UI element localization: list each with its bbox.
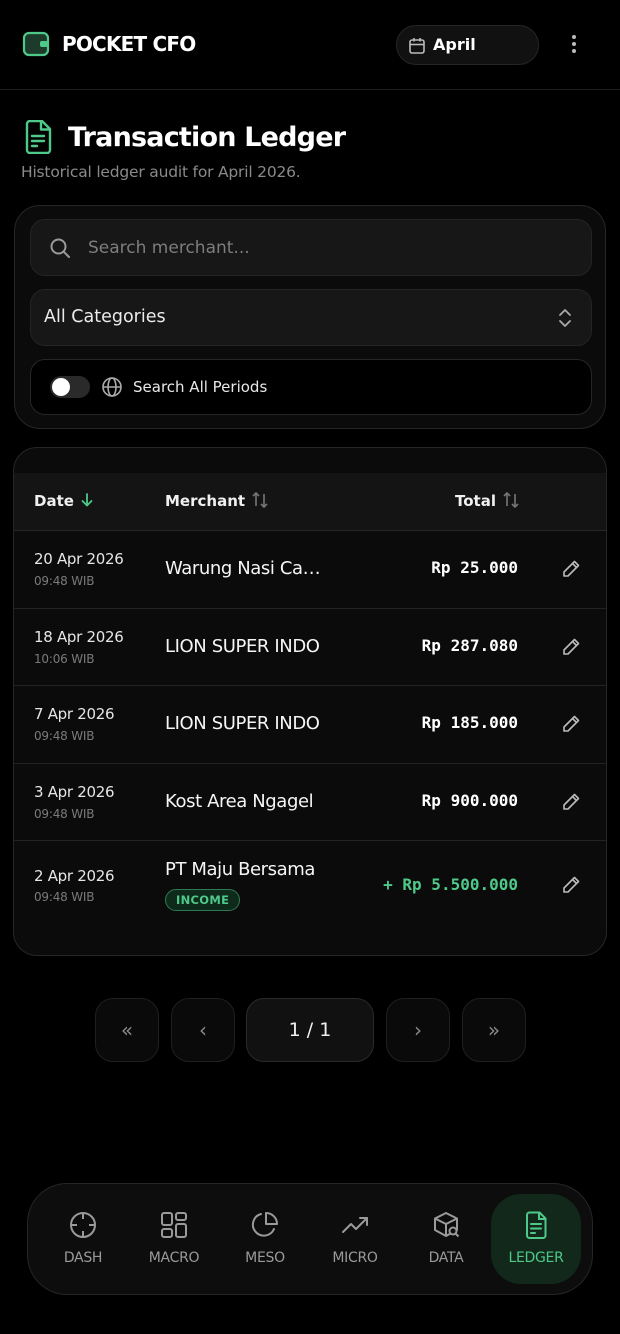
row-total: Rp 900.000 <box>421 791 518 810</box>
row-total: + Rp 5.500.000 <box>383 875 518 894</box>
search-all-periods-toggle[interactable] <box>50 376 90 398</box>
nav-dash-label: DASH <box>63 1250 103 1266</box>
row-time: 09:48 WIB <box>34 890 95 904</box>
edit-pencil-icon[interactable] <box>560 791 582 813</box>
page-indicator: 1 / 1 <box>246 998 374 1062</box>
nav-meso-label: MESO <box>245 1250 285 1266</box>
page-title: Transaction Ledger <box>68 122 346 153</box>
search-all-periods-row: Search All Periods <box>30 359 592 415</box>
column-total-label: Total <box>455 492 496 510</box>
last-page-button[interactable]: » <box>462 998 526 1062</box>
search-icon <box>50 238 70 258</box>
row-date: 3 Apr 2026 <box>34 783 115 801</box>
next-page-button[interactable]: › <box>386 998 450 1062</box>
income-badge: INCOME <box>165 889 241 911</box>
category-select[interactable]: All Categories <box>30 289 592 346</box>
row-date: 20 Apr 2026 <box>34 550 124 568</box>
row-merchant: LION SUPER INDO <box>165 713 320 734</box>
arrow-down-icon <box>81 493 93 507</box>
search-box <box>30 219 592 276</box>
nav-meso[interactable]: MESO <box>220 1194 310 1284</box>
table-row[interactable]: 18 Apr 2026 10:06 WIB LION SUPER INDO Rp… <box>14 609 606 686</box>
row-merchant: LION SUPER INDO <box>165 636 320 657</box>
column-date[interactable]: Date <box>34 473 94 529</box>
row-merchant: Kost Area Ngagel <box>165 791 314 812</box>
row-date: 2 Apr 2026 <box>34 867 115 885</box>
table-row[interactable]: 3 Apr 2026 09:48 WIB Kost Area Ngagel Rp… <box>14 764 606 841</box>
nav-macro[interactable]: MACRO <box>129 1194 219 1284</box>
row-merchant: Warung Nasi Campur Bu Tini <box>165 558 330 579</box>
nav-data[interactable]: DATA <box>401 1194 491 1284</box>
row-date: 7 Apr 2026 <box>34 705 115 723</box>
category-select-value: All Categories <box>44 307 166 327</box>
calendar-icon <box>409 38 425 54</box>
search-all-periods-label: Search All Periods <box>133 378 268 396</box>
crosshair-icon <box>70 1212 96 1238</box>
table-row[interactable]: 20 Apr 2026 09:48 WIB Warung Nasi Campur… <box>14 531 606 609</box>
search-input[interactable] <box>88 220 578 275</box>
column-merchant-label: Merchant <box>165 492 246 510</box>
file-text-icon <box>526 1211 547 1239</box>
row-time: 10:06 WIB <box>34 652 95 666</box>
sort-icon <box>503 491 519 509</box>
edit-pencil-icon[interactable] <box>560 558 582 580</box>
nav-macro-label: MACRO <box>148 1250 200 1266</box>
pie-chart-icon <box>251 1212 278 1237</box>
column-merchant[interactable]: Merchant <box>165 473 269 529</box>
row-time: 09:48 WIB <box>34 807 95 821</box>
ledger-table: Date Merchant Total 20 Apr 2026 09:48 WI… <box>13 447 607 956</box>
nav-micro[interactable]: MICRO <box>310 1194 400 1284</box>
column-date-label: Date <box>34 492 74 510</box>
more-vertical-icon[interactable] <box>562 32 586 56</box>
package-search-icon <box>434 1212 460 1238</box>
row-time: 09:48 WIB <box>34 574 95 588</box>
table-header: Date Merchant Total <box>14 473 606 531</box>
app-title: POCKET CFO <box>62 32 196 56</box>
bottom-nav: DASH MACRO MESO MICRO DATA LEDGER <box>27 1183 593 1295</box>
grid-icon <box>161 1212 187 1238</box>
table-row[interactable]: 2 Apr 2026 09:48 WIB PT Maju Bersama INC… <box>14 841 606 929</box>
column-total[interactable]: Total <box>455 473 520 529</box>
first-page-button[interactable]: « <box>95 998 159 1062</box>
nav-data-label: DATA <box>428 1250 464 1266</box>
nav-ledger-label: LEDGER <box>508 1250 564 1266</box>
row-total: Rp 287.080 <box>421 636 518 655</box>
file-text-icon <box>25 120 52 154</box>
edit-pencil-icon[interactable] <box>560 874 582 896</box>
edit-pencil-icon[interactable] <box>560 713 582 735</box>
row-merchant: PT Maju Bersama <box>165 859 316 880</box>
row-total: Rp 185.000 <box>421 713 518 732</box>
prev-page-button[interactable]: ‹ <box>171 998 235 1062</box>
month-label: April <box>433 35 476 54</box>
filter-panel: All Categories Search All Periods <box>14 205 606 429</box>
row-time: 09:48 WIB <box>34 729 95 743</box>
nav-micro-label: MICRO <box>332 1250 378 1266</box>
sort-icon <box>252 491 268 509</box>
table-row[interactable]: 7 Apr 2026 09:48 WIB LION SUPER INDO Rp … <box>14 686 606 764</box>
chevron-up-down-icon <box>559 309 571 327</box>
app-header: POCKET CFO April <box>0 0 620 90</box>
month-picker[interactable]: April <box>396 25 539 65</box>
page-subtitle: Historical ledger audit for April 2026. <box>21 163 301 181</box>
row-total: Rp 25.000 <box>431 558 518 577</box>
nav-dash[interactable]: DASH <box>38 1194 128 1284</box>
edit-pencil-icon[interactable] <box>560 636 582 658</box>
row-date: 18 Apr 2026 <box>34 628 124 646</box>
trending-up-icon <box>342 1217 368 1233</box>
wallet-icon <box>22 31 50 57</box>
globe-icon <box>102 377 122 397</box>
toggle-knob <box>52 378 70 396</box>
nav-ledger[interactable]: LEDGER <box>491 1194 581 1284</box>
